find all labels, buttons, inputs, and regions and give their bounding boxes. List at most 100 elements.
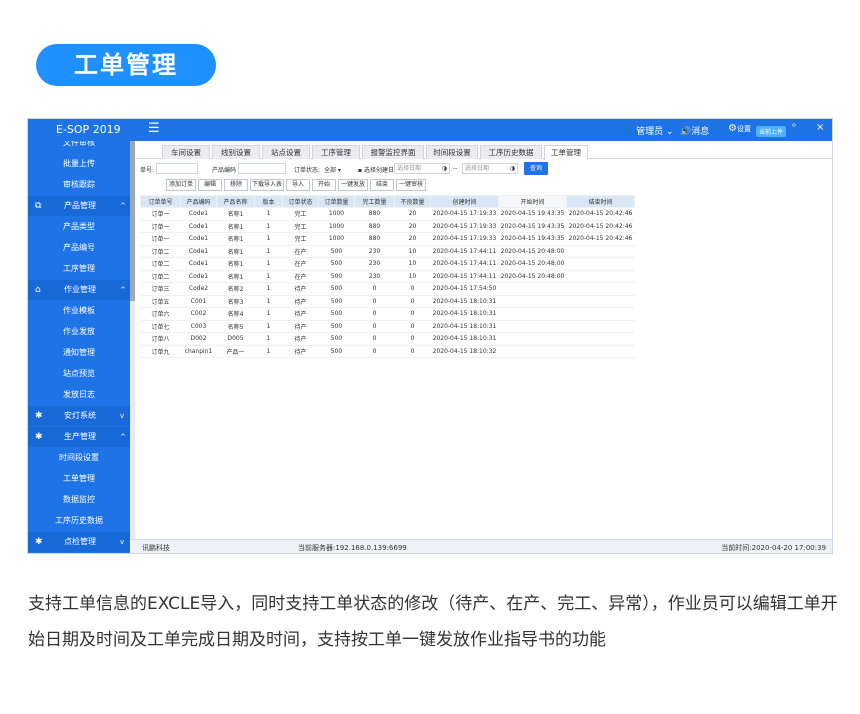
- sidebar-item[interactable]: 产品编号: [28, 238, 130, 258]
- column-header[interactable]: 结束时间: [566, 195, 635, 208]
- table-cell: [498, 332, 567, 346]
- sidebar-item[interactable]: 通知管理: [28, 343, 130, 363]
- menu-icon[interactable]: ☰: [148, 121, 160, 136]
- action-button-7[interactable]: 结束: [370, 179, 394, 191]
- column-header[interactable]: 订单单号: [140, 195, 181, 208]
- action-button-8[interactable]: 一键审核: [396, 179, 426, 191]
- table-cell: 2020-04-15 19:43:35: [498, 220, 567, 233]
- sidebar-group-3[interactable]: ⧉ 产品管理 ^: [28, 196, 130, 216]
- sidebar-item[interactable]: 时间段设置: [28, 448, 130, 468]
- table-cell: 订单一: [140, 220, 181, 233]
- action-button-1[interactable]: 编辑: [198, 179, 222, 191]
- sidebar-item[interactable]: 站点预览: [28, 364, 130, 384]
- chevron-up-icon: ^: [120, 433, 126, 441]
- table-cell: 2020-04-15 20:48:00: [498, 257, 567, 271]
- column-header[interactable]: 版本: [254, 195, 283, 208]
- column-header[interactable]: 产品名称: [216, 195, 255, 208]
- table-row[interactable]: 订单五 C001 名称3 1 待产 500 0 0 2020-04-15 18:10:31: [140, 295, 635, 308]
- tab-3[interactable]: 工序管理: [312, 145, 360, 159]
- close-button[interactable]: ×: [816, 122, 824, 133]
- table-row[interactable]: 订单一 Code1 名称1 1 完工 1000 880 20 2020-04-15 17:19:…: [140, 207, 635, 221]
- table-row[interactable]: 订单二 Code1 名称1 1 在产 500 230 10 2020-04-15 17:44:1…: [140, 270, 635, 283]
- messages-button[interactable]: 🔊消息: [680, 124, 709, 137]
- settings-button[interactable]: ⚙设置: [728, 123, 751, 134]
- minimize-button[interactable]: ᵒ: [792, 122, 796, 133]
- table-row[interactable]: 订单二 Code1 名称1 1 在产 500 230 10 2020-04-15 17:44:1…: [140, 257, 635, 271]
- table-cell: 20: [394, 232, 431, 246]
- table-row[interactable]: 订单一 Code1 名称1 1 完工 1000 880 20 2020-04-15 17:19:…: [140, 232, 635, 246]
- date-end-input[interactable]: 选择日期 ◑: [462, 163, 518, 174]
- sidebar-item[interactable]: 批量上传: [28, 154, 130, 174]
- query-button[interactable]: 查询: [524, 162, 548, 175]
- table-row[interactable]: 订单九 chanpin1 产品一 1 待产 500 0 0 2020-04-15 18:10:3…: [140, 345, 635, 358]
- calendar-icon: ◑: [509, 165, 515, 172]
- product-code-input[interactable]: [238, 163, 286, 174]
- table-row[interactable]: 订单七 C003 名称5 1 待产 500 0 0 2020-04-15 18:10:31: [140, 320, 635, 333]
- column-header[interactable]: 产品编码: [180, 195, 217, 208]
- sidebar-item[interactable]: 文件审核: [28, 141, 130, 153]
- table-cell: [498, 345, 567, 358]
- action-button-0[interactable]: 添加订单: [166, 179, 196, 191]
- table-cell: Code1: [180, 232, 217, 246]
- action-button-3[interactable]: 下载导入表: [250, 179, 284, 191]
- table-cell: [566, 257, 635, 271]
- table-cell: 2020-04-15 20:48:00: [498, 270, 567, 283]
- action-button-4[interactable]: 导入: [286, 179, 310, 191]
- table-cell: 2020-04-15 20:42:46: [566, 232, 635, 246]
- column-header[interactable]: 订单数量: [318, 195, 355, 208]
- table-cell: 订单二: [140, 245, 181, 258]
- sidebar-item[interactable]: 工序管理: [28, 259, 130, 279]
- tab-5[interactable]: 时间段设置: [426, 145, 478, 159]
- sidebar-item[interactable]: 产品类型: [28, 217, 130, 237]
- table-cell: 0: [394, 332, 431, 346]
- sidebar-item[interactable]: 作业发放: [28, 322, 130, 342]
- status-select[interactable]: 全部 ▾: [324, 165, 341, 174]
- table-row[interactable]: 订单八 D002 D005 1 待产 500 0 0 2020-04-15 18:10:31: [140, 332, 635, 346]
- sidebar-item[interactable]: 工序历史数据: [28, 511, 130, 531]
- table-cell: 500: [318, 320, 355, 333]
- sidebar-item[interactable]: 发放日志: [28, 385, 130, 405]
- table-cell: 230: [354, 257, 395, 271]
- action-button-6[interactable]: 一键发放: [338, 179, 368, 191]
- table-cell: 1: [254, 320, 283, 333]
- bug-icon: ✱: [35, 432, 43, 442]
- column-header[interactable]: 创建时间: [430, 195, 499, 208]
- sidebar-item[interactable]: 工单管理: [28, 469, 130, 489]
- tab-2[interactable]: 站点设置: [262, 145, 310, 159]
- tab-7[interactable]: 工单管理: [544, 145, 588, 160]
- sidebar-group-7[interactable]: ⌂ 作业管理 ^: [28, 280, 130, 300]
- table-cell: 订单一: [140, 207, 181, 221]
- table-cell: Code2: [180, 282, 217, 296]
- order-no-input[interactable]: [156, 163, 198, 174]
- order-no-label: 单号:: [140, 167, 155, 174]
- column-header[interactable]: 完工数量: [354, 195, 395, 208]
- sidebar-item[interactable]: 作业模板: [28, 301, 130, 321]
- tab-4[interactable]: 报警监控界面: [362, 145, 424, 159]
- tab-0[interactable]: 车间设置: [162, 145, 210, 159]
- tab-1[interactable]: 线别设置: [212, 145, 260, 159]
- table-cell: 名称1: [216, 257, 255, 271]
- table-cell: C003: [180, 320, 217, 333]
- sidebar-group-label: 点检管理: [64, 537, 96, 546]
- sidebar-scrollbar[interactable]: [130, 141, 135, 553]
- speaker-icon: 🔊: [680, 127, 692, 137]
- sidebar-item[interactable]: 数据监控: [28, 490, 130, 510]
- table-row[interactable]: 订单六 C002 名称4 1 待产 500 0 0 2020-04-15 18:10:31: [140, 307, 635, 321]
- status-badge: 当前上件: [756, 126, 787, 137]
- action-button-5[interactable]: 开始: [312, 179, 336, 191]
- date-start-input[interactable]: 选择日期 ◑: [394, 163, 450, 174]
- column-header[interactable]: 订单状态: [282, 195, 319, 208]
- tab-6[interactable]: 工序历史数据: [480, 145, 542, 159]
- sidebar-group-13[interactable]: ✱ 安灯系统 v: [28, 406, 130, 426]
- table-row[interactable]: 订单二 Code1 名称1 1 在产 500 230 10 2020-04-15 17:44:1…: [140, 245, 635, 258]
- sidebar-group-14[interactable]: ✱ 生产管理 ^: [28, 427, 130, 447]
- column-header[interactable]: 开始时间: [498, 195, 567, 208]
- table-row[interactable]: 订单三 Code2 名称2 1 待产 500 0 0 2020-04-15 17:54:50: [140, 282, 635, 296]
- column-header[interactable]: 不良数量: [394, 195, 431, 208]
- user-menu[interactable]: 👤 管理员 ⌄: [622, 124, 674, 137]
- sidebar-scroll-thumb[interactable]: [130, 141, 135, 301]
- table-row[interactable]: 订单一 Code1 名称1 1 完工 1000 880 20 2020-04-15 17:19:…: [140, 220, 635, 233]
- action-button-2[interactable]: 移除: [224, 179, 248, 191]
- sidebar-group-19[interactable]: ✱ 点检管理 v: [28, 532, 130, 552]
- sidebar-item[interactable]: 审核跟踪: [28, 175, 130, 195]
